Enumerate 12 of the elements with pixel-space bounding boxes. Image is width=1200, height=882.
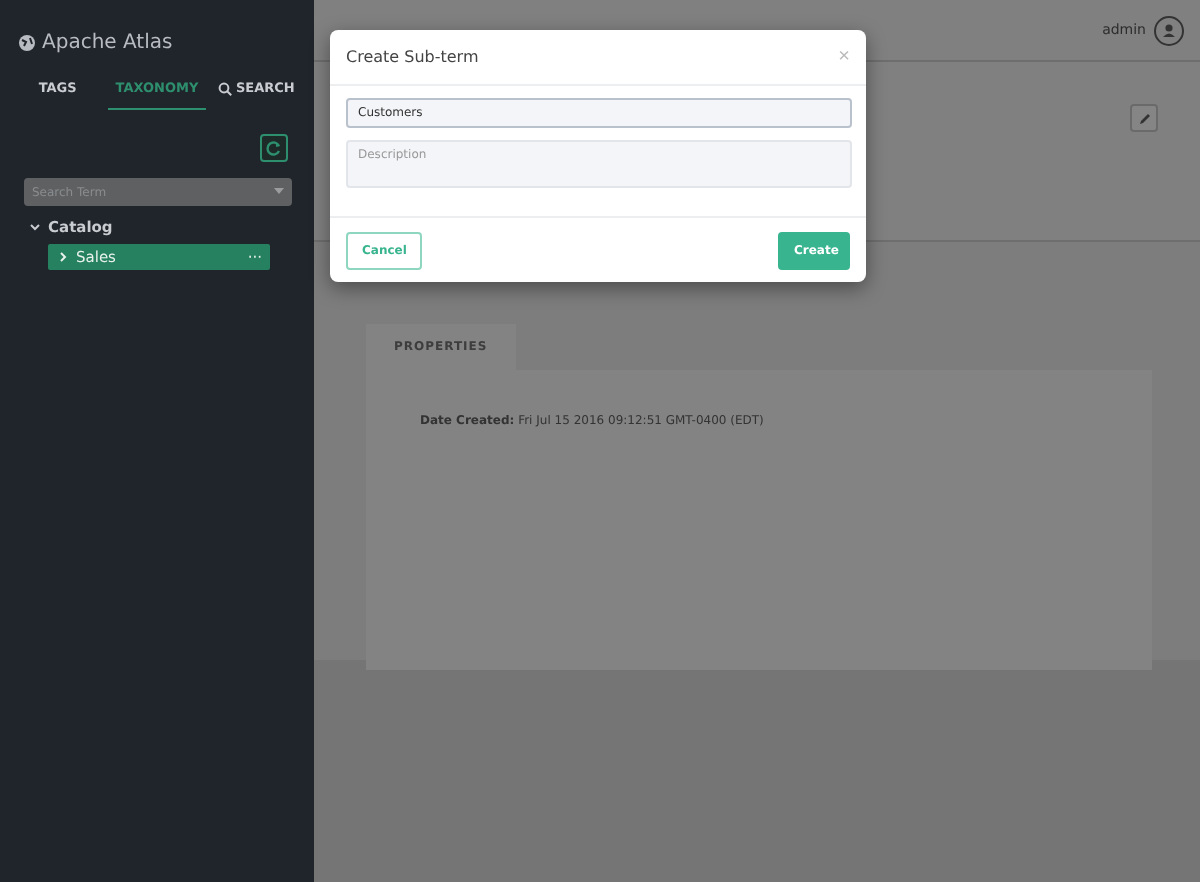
pencil-icon (1137, 111, 1151, 125)
chevron-icon (58, 252, 68, 262)
refresh-button[interactable] (260, 134, 288, 162)
refresh-icon (266, 140, 282, 156)
chevron-icon (30, 222, 40, 232)
user-icon (1154, 15, 1184, 45)
search-icon (217, 81, 232, 95)
close-button[interactable]: × (838, 46, 850, 68)
app-title: Apache Atlas (42, 31, 173, 53)
dialog-title: Create Sub-term (346, 48, 479, 66)
edit-button[interactable] (1130, 104, 1158, 132)
caret-icon (274, 188, 284, 196)
